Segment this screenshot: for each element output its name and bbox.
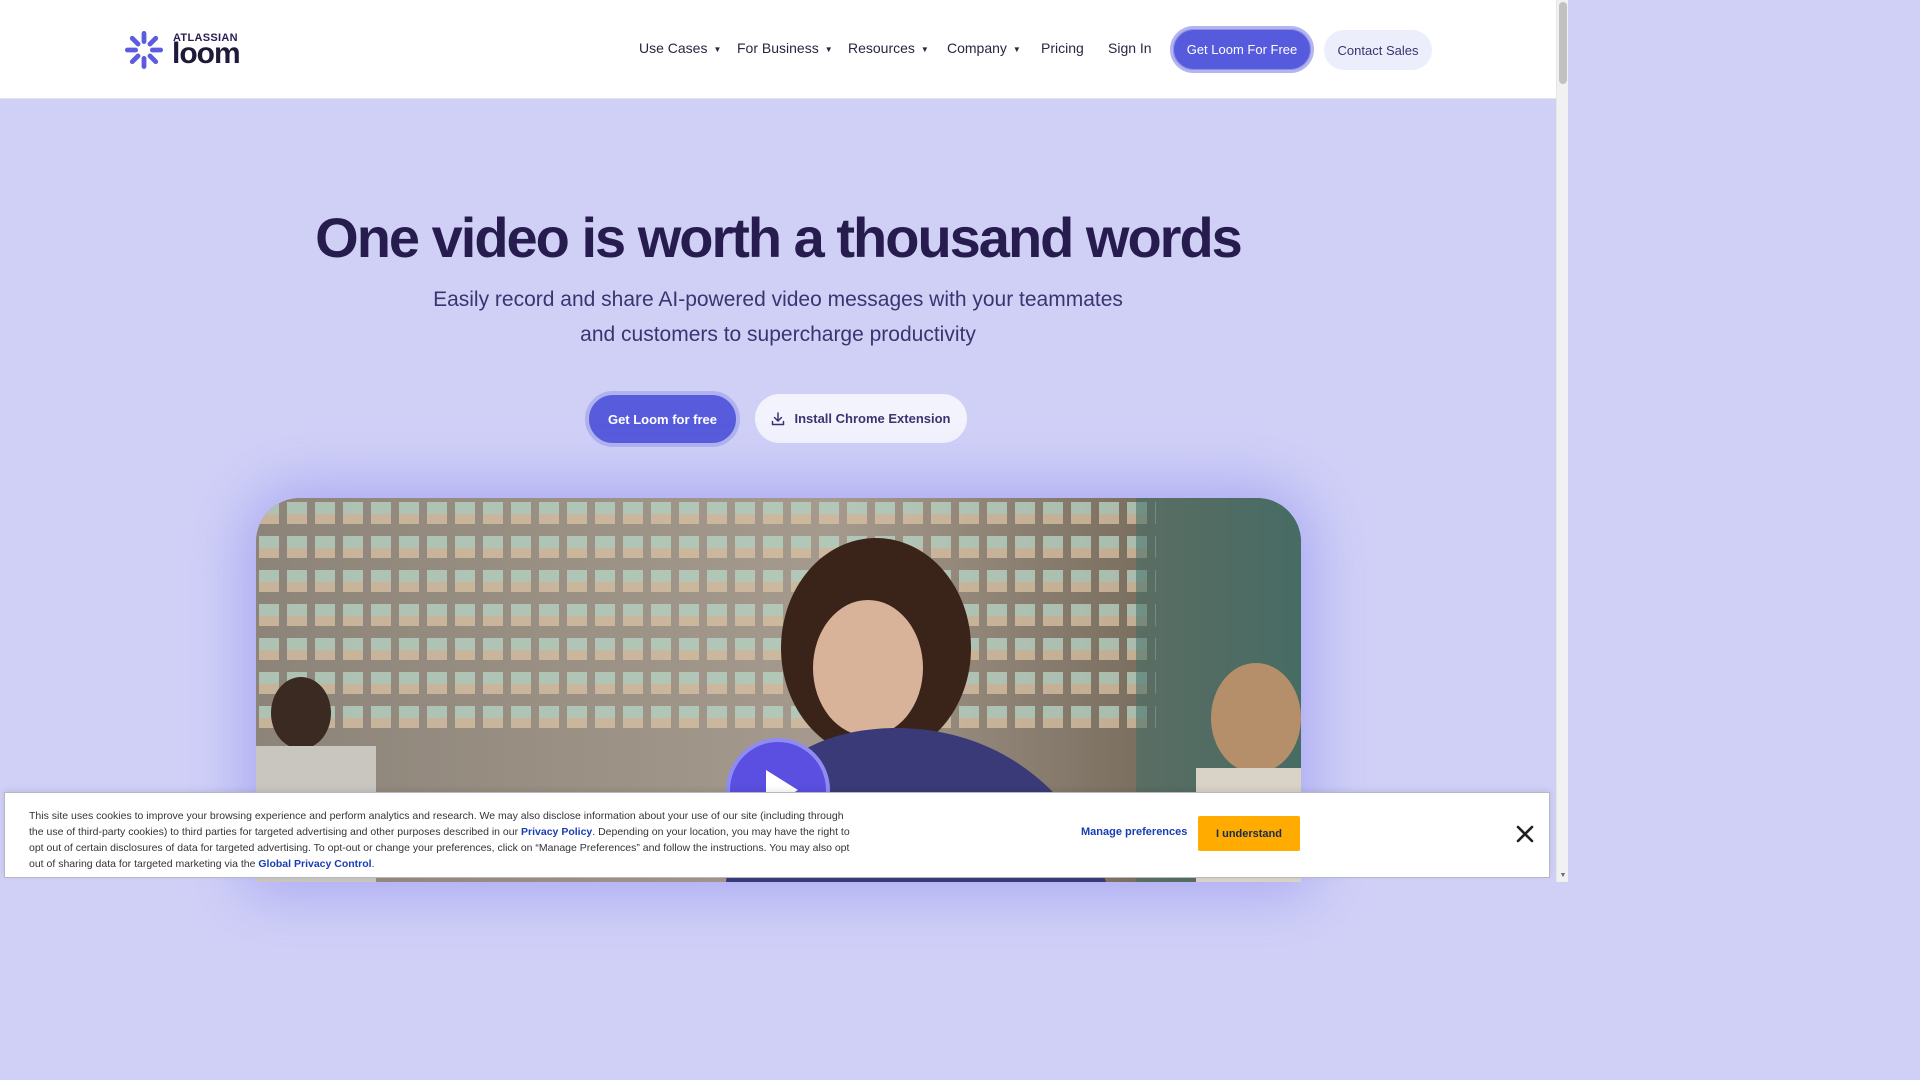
scroll-down-arrow-icon[interactable]: ▼ bbox=[1559, 872, 1567, 880]
get-loom-for-free-button[interactable]: Get Loom For Free bbox=[1170, 26, 1314, 73]
hero-title: One video is worth a thousand words bbox=[315, 206, 1243, 269]
loom-logo[interactable]: ATLASSIAN loom bbox=[124, 30, 244, 70]
site-header: ATLASSIAN loom Use Cases ▼ For Business … bbox=[0, 0, 1556, 99]
nav-label: Resources bbox=[848, 40, 915, 56]
caret-down-icon: ▼ bbox=[1012, 45, 1021, 54]
close-icon[interactable] bbox=[1513, 822, 1537, 846]
contact-sales-button[interactable]: Contact Sales bbox=[1324, 30, 1432, 70]
privacy-policy-link[interactable]: Privacy Policy bbox=[521, 826, 592, 838]
global-privacy-control-link[interactable]: Global Privacy Control bbox=[258, 858, 371, 870]
nav-resources[interactable]: Resources ▼ bbox=[848, 40, 929, 56]
nav-label: Sign In bbox=[1108, 40, 1152, 56]
caret-down-icon: ▼ bbox=[824, 45, 833, 54]
hero-get-loom-button[interactable]: Get Loom for free bbox=[585, 391, 740, 447]
page-scrollbar[interactable]: ▼ bbox=[1556, 0, 1568, 882]
install-chrome-extension-button[interactable]: Install Chrome Extension bbox=[755, 394, 967, 443]
logo-loom-text: loom bbox=[172, 37, 241, 70]
scrollbar-thumb[interactable] bbox=[1559, 2, 1567, 84]
caret-down-icon: ▼ bbox=[920, 45, 929, 54]
cookie-banner-text: This site uses cookies to improve your b… bbox=[29, 808, 855, 872]
nav-label: For Business bbox=[737, 40, 819, 56]
nav-use-cases[interactable]: Use Cases ▼ bbox=[639, 40, 721, 56]
nav-label: Pricing bbox=[1041, 40, 1084, 56]
i-understand-button[interactable]: I understand bbox=[1198, 816, 1300, 851]
install-chrome-extension-label: Install Chrome Extension bbox=[794, 411, 951, 426]
nav-company[interactable]: Company ▼ bbox=[947, 40, 1021, 56]
nav-label: Company bbox=[947, 40, 1007, 56]
cookie-consent-banner: This site uses cookies to improve your b… bbox=[4, 792, 1550, 878]
nav-pricing[interactable]: Pricing bbox=[1041, 40, 1084, 56]
loom-logo-icon bbox=[125, 31, 163, 69]
hero-subtitle: Easily record and share AI-powered video… bbox=[433, 288, 1123, 346]
nav-for-business[interactable]: For Business ▼ bbox=[737, 40, 833, 56]
caret-down-icon: ▼ bbox=[713, 45, 722, 54]
manage-preferences-button[interactable]: Manage preferences bbox=[1081, 826, 1187, 838]
nav-label: Use Cases bbox=[639, 40, 708, 56]
cookie-text-part: . bbox=[371, 858, 375, 870]
download-icon bbox=[772, 411, 785, 425]
nav-sign-in[interactable]: Sign In bbox=[1108, 40, 1152, 56]
